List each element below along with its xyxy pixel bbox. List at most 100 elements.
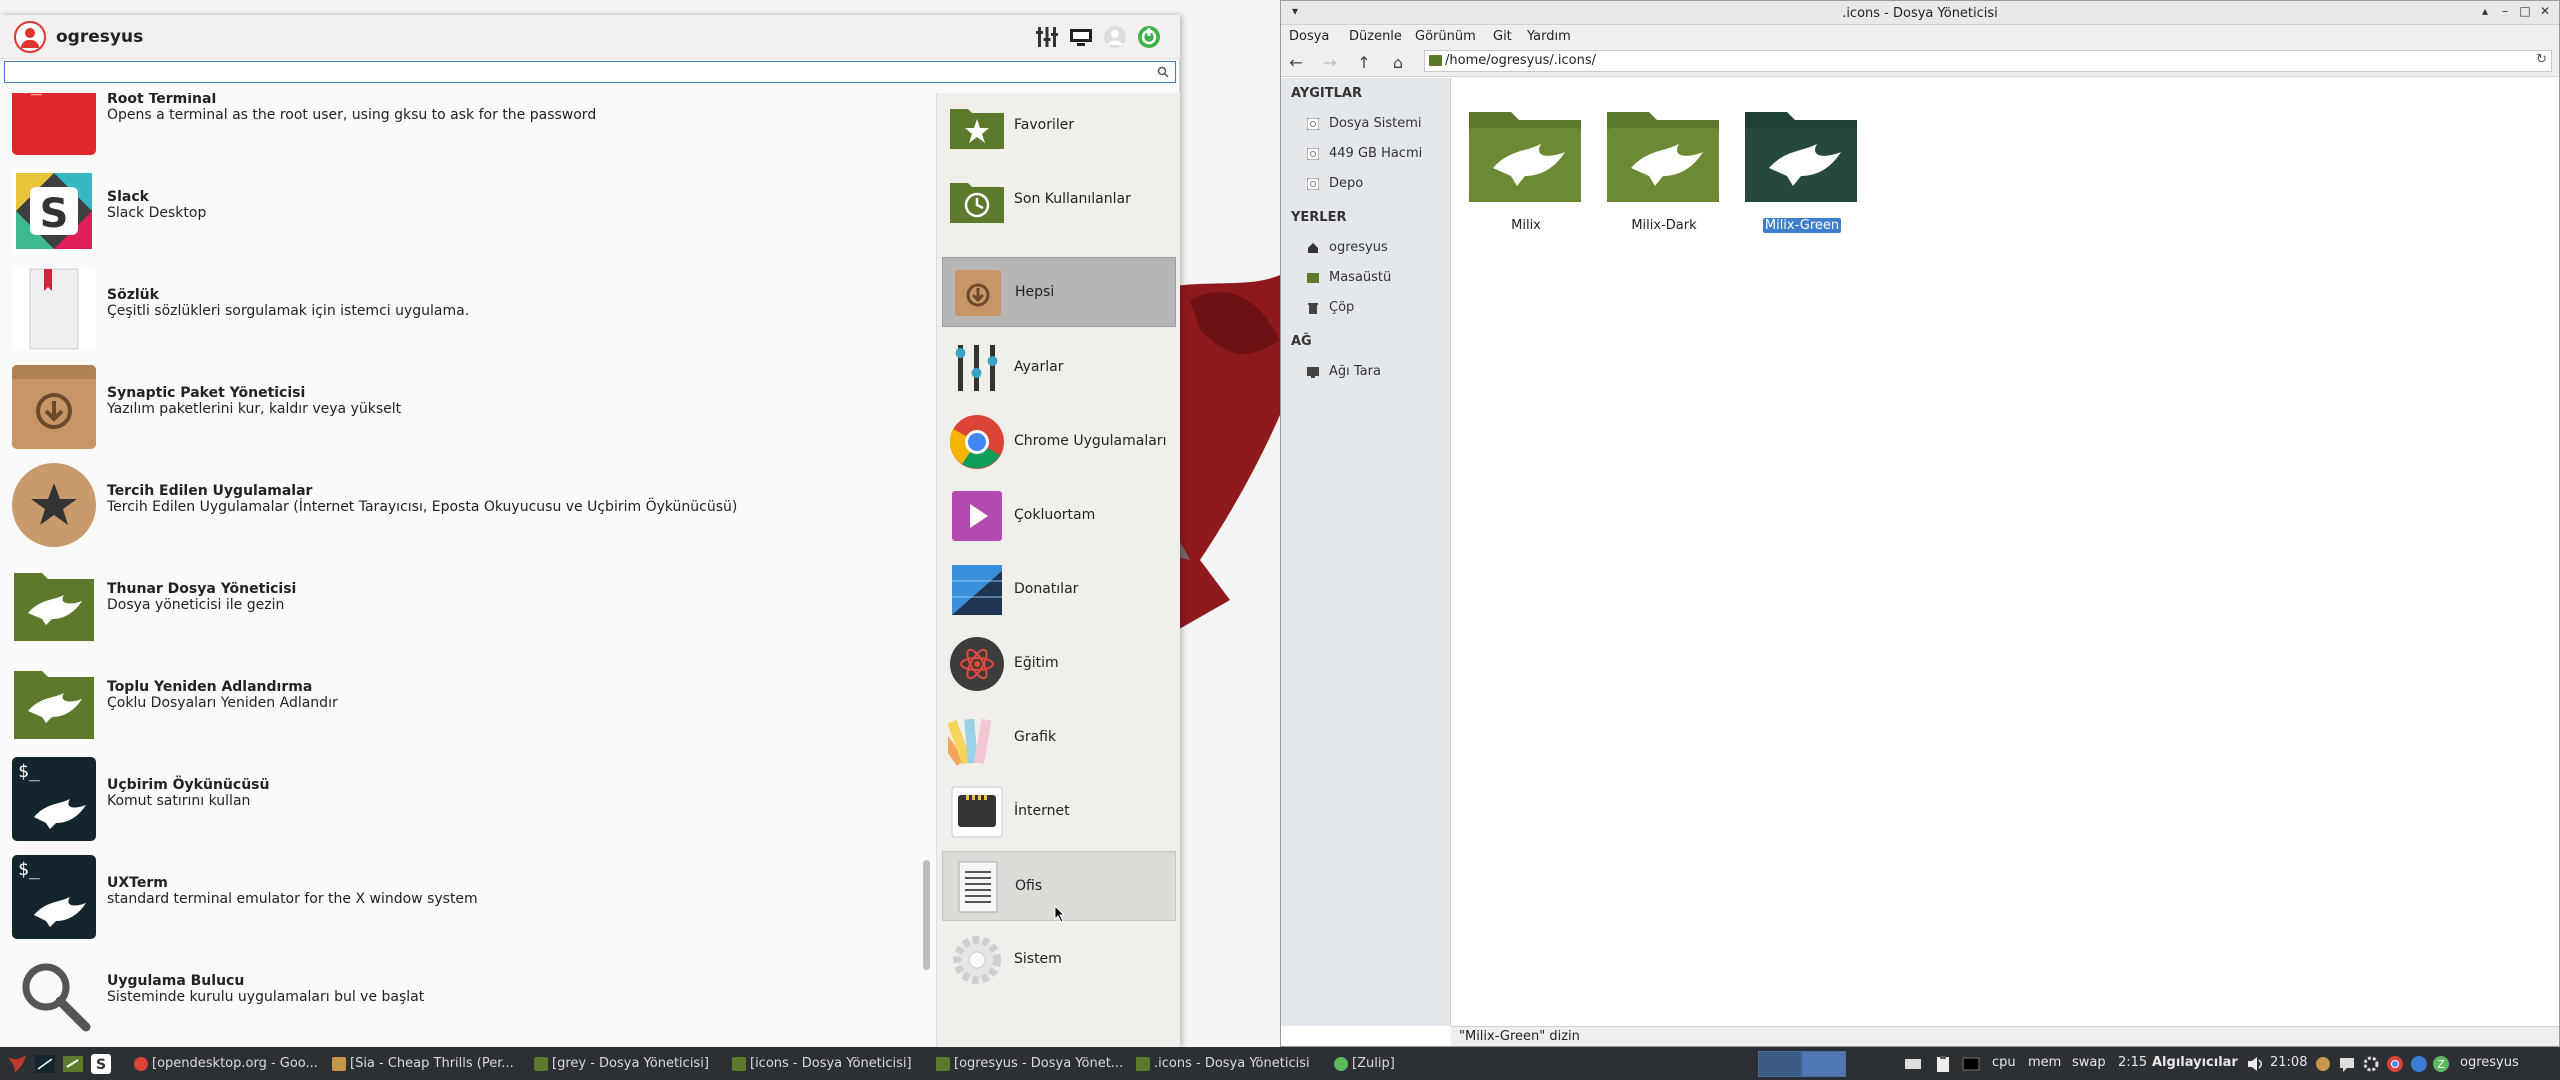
sidebar-item-trash[interactable]: Çöp bbox=[1308, 300, 1354, 315]
menu-go[interactable]: Git bbox=[1493, 29, 1512, 44]
app-list-item[interactable]: S Slack Slack Desktop bbox=[0, 161, 920, 259]
app-menu-launcher-icon[interactable] bbox=[6, 1053, 28, 1075]
clipboard-icon[interactable] bbox=[1934, 1055, 1952, 1073]
close-icon[interactable]: ✕ bbox=[2537, 4, 2553, 20]
logout-icon[interactable] bbox=[1136, 24, 1162, 50]
category-system[interactable]: Sistem bbox=[942, 925, 1176, 995]
app-list-item[interactable]: $_ UXTerm standard terminal emulator for… bbox=[0, 847, 920, 945]
taskbar-task[interactable]: [Sia - Cheap Thrills (Per... bbox=[326, 1051, 526, 1077]
sensors-plugin[interactable]: Algılayıcılar bbox=[2152, 1055, 2238, 1070]
app-name: Tercih Edilen Uygulamalar bbox=[107, 483, 313, 499]
settings-mixer-icon[interactable] bbox=[1034, 24, 1060, 50]
swap-monitor[interactable]: swap bbox=[2072, 1055, 2106, 1070]
up-arrow-icon[interactable]: ↑ bbox=[1353, 52, 1375, 74]
sidebar-item-storage[interactable]: Depo bbox=[1307, 176, 1363, 191]
user-avatar-icon[interactable] bbox=[14, 21, 46, 53]
location-bar[interactable]: /home/ogresyus/.icons/ ↻ bbox=[1424, 50, 2552, 72]
app-list-item[interactable]: Uygulama Bulucu Sisteminde kurulu uygula… bbox=[0, 945, 920, 1043]
network-tray-icon[interactable] bbox=[2410, 1055, 2428, 1073]
drive-icon bbox=[1307, 178, 1319, 190]
window-titlebar[interactable]: ▾ .icons - Dosya Yöneticisi ▴ – □ ✕ bbox=[1281, 1, 2559, 25]
category-label: Chrome Uygulamaları bbox=[1014, 433, 1167, 449]
maximize-icon[interactable]: □ bbox=[2517, 4, 2533, 20]
clock[interactable]: 21:08 bbox=[2270, 1055, 2307, 1070]
app-list-item[interactable]: Tercih Edilen Uygulamalar Tercih Edilen … bbox=[0, 455, 920, 553]
app-description: Komut satırını kullan bbox=[107, 793, 251, 809]
education-icon bbox=[950, 637, 1004, 691]
menu-edit[interactable]: Düzenle bbox=[1349, 29, 1402, 44]
taskbar-task[interactable]: [ogresyus - Dosya Yönet... bbox=[930, 1051, 1126, 1077]
cpu-monitor[interactable]: cpu bbox=[1992, 1055, 2016, 1070]
volume-icon[interactable] bbox=[2246, 1055, 2264, 1073]
sidebar-item-desktop[interactable]: Masaüstü bbox=[1307, 270, 1391, 285]
category-recent[interactable]: Son Kullanılanlar bbox=[942, 165, 1176, 235]
menu-header: ogresyus bbox=[0, 15, 1180, 59]
category-accessories[interactable]: Donatılar bbox=[942, 555, 1176, 625]
minimize-button-icon[interactable]: – bbox=[2497, 4, 2513, 20]
forward-arrow-icon[interactable]: → bbox=[1319, 52, 1341, 74]
sidebar-item-volume[interactable]: 449 GB Hacmi bbox=[1307, 146, 1422, 161]
folder-name: Milix bbox=[1511, 218, 1541, 233]
battery-time[interactable]: 2:15 bbox=[2118, 1055, 2147, 1070]
category-internet[interactable]: İnternet bbox=[942, 777, 1176, 847]
music-icon bbox=[332, 1057, 346, 1071]
slack-launcher-icon[interactable]: S bbox=[90, 1053, 112, 1075]
reload-icon[interactable]: ↻ bbox=[2536, 52, 2547, 67]
category-all[interactable]: Hepsi bbox=[942, 257, 1176, 327]
search-icon bbox=[1157, 66, 1169, 78]
category-education[interactable]: Eğitim bbox=[942, 629, 1176, 699]
status-bar: "Milix-Green" dizin bbox=[1451, 1026, 2559, 1046]
minimize-icon[interactable]: ▴ bbox=[2477, 4, 2493, 20]
desktop-icon bbox=[1307, 273, 1319, 283]
sidebar-item-browse-network[interactable]: Ağı Tara bbox=[1307, 364, 1381, 379]
chat-icon[interactable] bbox=[2338, 1055, 2356, 1073]
switch-user-icon[interactable] bbox=[1068, 24, 1094, 50]
app-list-item[interactable]: Toplu Yeniden Adlandırma Çoklu Dosyaları… bbox=[0, 651, 920, 749]
category-settings[interactable]: Ayarlar bbox=[942, 333, 1176, 403]
zulip-tray-icon[interactable]: Z bbox=[2432, 1055, 2450, 1073]
file-manager-launcher-icon[interactable] bbox=[62, 1053, 84, 1075]
sidebar-item-filesystem[interactable]: Dosya Sistemi bbox=[1307, 116, 1422, 131]
sidebar-item-home[interactable]: ogresyus bbox=[1308, 240, 1388, 255]
memory-monitor[interactable]: mem bbox=[2028, 1055, 2061, 1070]
app-list-item[interactable]: Sözlük Çeşitli sözlükleri sorgulamak içi… bbox=[0, 259, 920, 357]
folder-item-selected[interactable]: Milix-Green bbox=[1733, 106, 1863, 236]
app-list-item[interactable]: $_ Root Terminal Opens a terminal as the… bbox=[0, 93, 920, 161]
folder-item[interactable]: Milix-Dark bbox=[1595, 106, 1725, 236]
app-list-item[interactable]: $_ Uçbirim Öykünücüsü Komut satırını kul… bbox=[0, 749, 920, 847]
taskbar-task[interactable]: [icons - Dosya Yöneticisi] bbox=[726, 1051, 922, 1077]
bulk-rename-icon bbox=[12, 659, 96, 743]
app-list-item[interactable]: Synaptic Paket Yöneticisi Yazılım paketl… bbox=[0, 357, 920, 455]
taskbar-task-active[interactable]: .icons - Dosya Yöneticisi bbox=[1130, 1051, 1326, 1077]
menu-username: ogresyus bbox=[56, 27, 144, 47]
workspace-1[interactable] bbox=[1758, 1051, 1802, 1077]
keyboard-icon[interactable] bbox=[1904, 1055, 1922, 1073]
taskbar-task[interactable]: [Zulip] bbox=[1328, 1051, 1448, 1077]
taskbar-task[interactable]: [grey - Dosya Yöneticisi] bbox=[528, 1051, 718, 1077]
category-favorites[interactable]: Favoriler bbox=[942, 91, 1176, 161]
lock-screen-icon[interactable] bbox=[1102, 24, 1128, 50]
back-arrow-icon[interactable]: ← bbox=[1285, 52, 1307, 74]
menu-search-input[interactable] bbox=[4, 61, 1176, 83]
category-label: İnternet bbox=[1014, 803, 1070, 819]
taskbar-task[interactable]: [opendesktop.org - Goo... bbox=[128, 1051, 324, 1077]
music-tray-icon[interactable] bbox=[2314, 1055, 2332, 1073]
panel-username[interactable]: ogresyus bbox=[2460, 1055, 2519, 1070]
workspace-2[interactable] bbox=[1802, 1051, 1846, 1077]
chrome-tray-icon[interactable] bbox=[2386, 1055, 2404, 1073]
internet-icon bbox=[951, 786, 1003, 838]
app-list-item[interactable]: Thunar Dosya Yöneticisi Dosya yöneticisi… bbox=[0, 553, 920, 651]
terminal-launcher-icon[interactable] bbox=[34, 1053, 56, 1075]
category-graphics[interactable]: Grafik bbox=[942, 703, 1176, 773]
menu-file[interactable]: Dosya bbox=[1289, 29, 1329, 44]
home-icon[interactable]: ⌂ bbox=[1387, 52, 1409, 74]
category-chrome-apps[interactable]: Chrome Uygulamaları bbox=[942, 407, 1176, 477]
app-list-scroll-thumb[interactable] bbox=[923, 860, 930, 970]
menu-help[interactable]: Yardım bbox=[1527, 29, 1571, 44]
terminal-tray-icon[interactable] bbox=[1962, 1055, 1980, 1073]
settings-gear-icon[interactable] bbox=[2362, 1055, 2380, 1073]
folder-item[interactable]: Milix bbox=[1457, 106, 1587, 236]
menu-view[interactable]: Görünüm bbox=[1415, 29, 1476, 44]
app-description: Slack Desktop bbox=[107, 205, 207, 221]
category-multimedia[interactable]: Çokluortam bbox=[942, 481, 1176, 551]
